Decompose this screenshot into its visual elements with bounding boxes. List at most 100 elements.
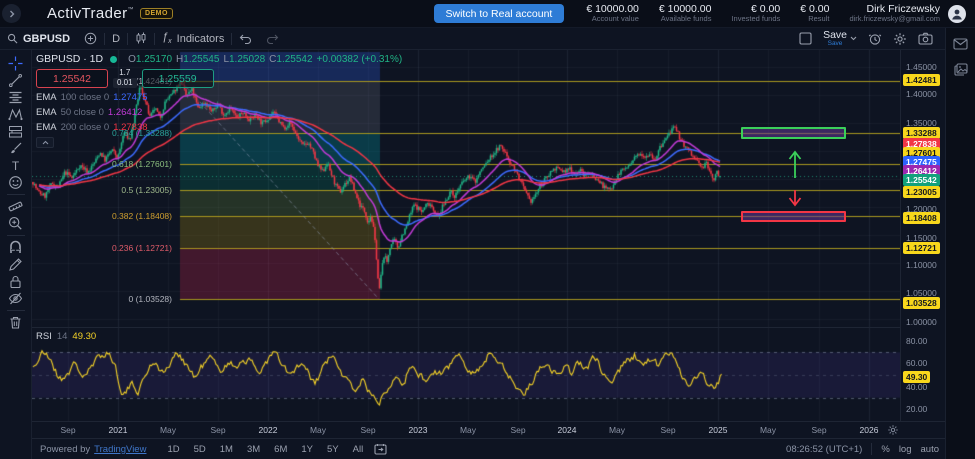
price-scale-label: 1.45000: [906, 62, 937, 72]
price-scale-label: 20.00: [906, 404, 927, 414]
toolbar-divider: [7, 235, 25, 236]
indicators-button[interactable]: ƒx Indicators: [155, 28, 231, 49]
price-scale[interactable]: 1.450001.400001.350001.200001.150001.100…: [900, 50, 945, 421]
ema-params: 200 close 0: [61, 122, 110, 133]
tool-hide-all-drawings[interactable]: [3, 290, 29, 307]
buy-ask-button[interactable]: 1.25559: [142, 69, 214, 88]
tool-crosshair[interactable]: [3, 55, 29, 72]
tool-lock-all-drawings[interactable]: [3, 273, 29, 290]
settings-gear-icon[interactable]: [893, 32, 907, 46]
hide-all-drawings-icon: [8, 291, 23, 306]
ema-legend-row[interactable]: EMA50 close 01.26412: [36, 106, 402, 118]
user-email: dirk.friczewsky@gmail.com: [849, 15, 940, 24]
tool-trend-line[interactable]: [3, 72, 29, 89]
price-scale-badge: 49.30: [903, 371, 930, 383]
save-layout-button[interactable]: Save Save: [823, 30, 857, 48]
time-axis[interactable]: Sep2021MaySep2022MaySep2023MaySep2024May…: [32, 421, 945, 438]
chart-type-button[interactable]: [128, 28, 154, 49]
scale-settings-gear-icon[interactable]: [887, 424, 899, 436]
toolbar-divider: [7, 194, 25, 195]
right-widget-strip: [945, 28, 975, 459]
tool-fib-retracement[interactable]: [3, 89, 29, 106]
log-scale-button[interactable]: log: [899, 444, 912, 455]
chart-main-area: T 1 (1.42481)0.764 (1.33288)0.618 (1.276…: [0, 50, 945, 459]
range-button-1m[interactable]: 1M: [213, 442, 240, 457]
tradingview-link[interactable]: TradingView: [94, 444, 146, 455]
tool-magnet[interactable]: [3, 239, 29, 256]
range-buttons: 1D5D1M3M6M1Y5YAll: [160, 442, 370, 457]
chart-toolbar: GBPUSD D ƒx Indicators Save Save: [0, 28, 945, 50]
symbol-search[interactable]: GBPUSD: [0, 28, 77, 49]
tool-long-short-position[interactable]: [3, 123, 29, 140]
ohlc-value: 1.25170: [136, 54, 172, 65]
range-button-3m[interactable]: 3M: [240, 442, 267, 457]
fx-icon: ƒx: [162, 31, 172, 45]
tool-ruler[interactable]: [3, 198, 29, 215]
ema-legend-row[interactable]: EMA 200 close 01.27838: [36, 121, 402, 133]
range-button-all[interactable]: All: [346, 442, 371, 457]
ema-params: 100 close 0: [61, 92, 110, 103]
tool-zoom-in[interactable]: [3, 215, 29, 232]
expand-sidebar-button[interactable]: [2, 4, 21, 23]
tool-edit-drawing[interactable]: [3, 256, 29, 273]
ema-name: EMA: [36, 122, 57, 133]
snapshots-button[interactable]: [952, 61, 970, 78]
trend-line-icon: [8, 73, 23, 88]
tool-remove-all-drawings[interactable]: [3, 314, 29, 331]
demo-badge: DEMO: [140, 8, 173, 19]
avatar[interactable]: [948, 5, 966, 23]
tool-xabcd-pattern[interactable]: [3, 106, 29, 123]
ema-legend-row[interactable]: EMA100 close 01.27475: [36, 91, 402, 103]
price-scale-label: 1.40000: [906, 89, 937, 99]
camera-screenshot-icon[interactable]: [918, 32, 933, 45]
ema-name: EMA: [36, 107, 57, 118]
symbol-legend-row[interactable]: GBPUSD · 1D O1.25170H1.25545L1.25028C1.2…: [36, 53, 402, 65]
layout-select-icon[interactable]: [799, 32, 812, 45]
account-stat: € 0.00Result: [800, 4, 829, 24]
person-icon: [950, 7, 964, 21]
pane-separator[interactable]: [32, 327, 900, 328]
range-button-1d[interactable]: 1D: [160, 442, 186, 457]
auto-scale-button[interactable]: auto: [921, 444, 940, 455]
sell-bid-button[interactable]: 1.25542: [36, 69, 108, 88]
interval-label: D: [112, 33, 120, 45]
time-axis-tick: Sep: [498, 425, 538, 435]
ema-legend-rows: EMA100 close 01.27475 EMA50 close 01.2641…: [36, 91, 402, 133]
redo-icon: [266, 34, 279, 44]
images-icon: [954, 63, 968, 76]
range-button-1y[interactable]: 1Y: [294, 442, 320, 457]
emoji-icon: [8, 175, 23, 190]
resistance-zone-box[interactable]: [741, 127, 846, 139]
price-scale-label: 1.00000: [906, 317, 937, 327]
undo-button[interactable]: [232, 28, 259, 49]
rsi-legend-row[interactable]: RSI 14 49.30: [36, 331, 96, 342]
ema-value: 1.27838: [113, 122, 147, 133]
axis-mode-controls: 08:26:52 (UTC+1) % log auto: [786, 443, 945, 455]
tool-emoji[interactable]: [3, 174, 29, 191]
switch-to-real-account-button[interactable]: Switch to Real account: [434, 4, 565, 23]
interval-button[interactable]: D: [105, 28, 127, 49]
time-axis-tick: Sep: [48, 425, 88, 435]
compare-add-symbol-button[interactable]: [77, 28, 104, 49]
stat-label: Available funds: [659, 15, 712, 23]
support-zone-box[interactable]: [741, 211, 846, 222]
rsi-name: RSI: [36, 331, 52, 342]
price-scale-badge: 1.03528: [903, 297, 940, 309]
remove-all-drawings-icon: [8, 315, 23, 330]
range-button-5y[interactable]: 5Y: [320, 442, 346, 457]
range-button-5d[interactable]: 5D: [187, 442, 213, 457]
tool-brush[interactable]: [3, 140, 29, 157]
percent-scale-button[interactable]: %: [881, 444, 889, 455]
xabcd-pattern-icon: [8, 107, 23, 122]
price-scale-label: 80.00: [906, 336, 927, 346]
tool-text[interactable]: T: [3, 157, 29, 174]
time-axis-tick: May: [448, 425, 488, 435]
user-menu[interactable]: Dirk Friczewsky dirk.friczewsky@gmail.co…: [849, 3, 940, 24]
redo-button[interactable]: [259, 28, 286, 49]
messages-button[interactable]: [951, 36, 970, 52]
alert-clock-icon[interactable]: [868, 32, 882, 46]
range-button-6m[interactable]: 6M: [267, 442, 294, 457]
collapse-legend-button[interactable]: [36, 137, 54, 148]
go-to-date-button[interactable]: [370, 443, 391, 455]
text-icon: T: [8, 158, 23, 173]
